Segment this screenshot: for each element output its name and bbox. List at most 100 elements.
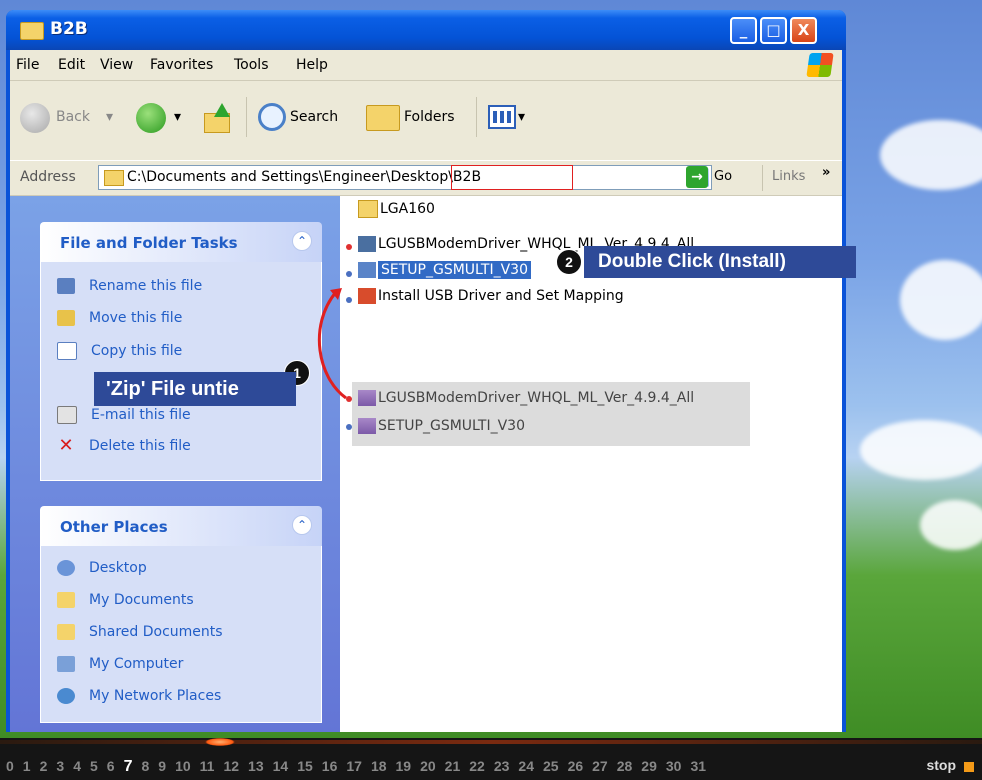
my-documents-icon [57, 592, 75, 608]
timeline-step-3[interactable]: 3 [56, 758, 64, 774]
search-icon[interactable] [258, 103, 286, 131]
address-path: C:\Documents and Settings\Engineer\Deskt… [127, 169, 482, 185]
zip-file-item[interactable]: LGUSBModemDriver_WHQL_ML_Ver_4.9.4_All [358, 390, 694, 406]
title-bar[interactable]: B2B _ □ X [6, 10, 846, 50]
other-places-header[interactable]: Other Places ⌃ [40, 506, 322, 546]
back-arrow-icon[interactable] [20, 103, 50, 133]
address-input[interactable]: C:\Documents and Settings\Engineer\Deskt… [98, 165, 712, 190]
close-button[interactable]: X [790, 17, 817, 44]
timeline-step-30[interactable]: 30 [666, 758, 682, 774]
timeline-step-13[interactable]: 13 [248, 758, 264, 774]
timeline-step-25[interactable]: 25 [543, 758, 559, 774]
menu-edit[interactable]: Edit [58, 57, 85, 73]
menu-file[interactable]: File [16, 57, 39, 73]
chevron-right-icon[interactable]: » [822, 165, 830, 180]
timeline-step-27[interactable]: 27 [592, 758, 608, 774]
collapse-chevron-icon[interactable]: ⌃ [292, 231, 312, 251]
timeline-step-16[interactable]: 16 [322, 758, 338, 774]
place-desktop[interactable]: Desktop [57, 560, 147, 576]
views-dropdown-icon[interactable]: ▾ [518, 109, 525, 125]
back-button-label[interactable]: Back [56, 109, 90, 125]
timeline-track [0, 740, 982, 744]
panel-title: Other Places [60, 518, 168, 536]
maximize-button[interactable]: □ [760, 17, 787, 44]
timeline-step-28[interactable]: 28 [617, 758, 633, 774]
timeline-step-4[interactable]: 4 [73, 758, 81, 774]
timeline-step-15[interactable]: 15 [297, 758, 313, 774]
menu-help[interactable]: Help [296, 57, 328, 73]
collapse-chevron-icon[interactable]: ⌃ [292, 515, 312, 535]
menu-view[interactable]: View [100, 57, 133, 73]
timeline-step-0[interactable]: 0 [6, 758, 14, 774]
window-title: B2B [50, 19, 88, 39]
task-move[interactable]: Move this file [57, 310, 182, 326]
timeline-step-24[interactable]: 24 [518, 758, 534, 774]
timeline-step-23[interactable]: 23 [494, 758, 510, 774]
timeline-step-6[interactable]: 6 [107, 758, 115, 774]
go-arrow-icon[interactable]: → [686, 166, 708, 188]
other-places-body: Desktop My Documents Shared Documents My… [40, 546, 322, 723]
views-icon[interactable] [488, 105, 516, 129]
timeline-step-8[interactable]: 8 [141, 758, 149, 774]
task-email[interactable]: E-mail this file [57, 406, 191, 424]
timeline-step-26[interactable]: 26 [568, 758, 584, 774]
timeline-step-17[interactable]: 17 [346, 758, 362, 774]
setup-icon [358, 262, 376, 278]
rename-icon [57, 278, 75, 294]
timeline-step-12[interactable]: 12 [223, 758, 239, 774]
timeline-step-18[interactable]: 18 [371, 758, 387, 774]
task-rename[interactable]: Rename this file [57, 278, 202, 294]
timeline-step-10[interactable]: 10 [175, 758, 191, 774]
timeline-step-22[interactable]: 22 [469, 758, 485, 774]
forward-dropdown-icon[interactable]: ▾ [174, 109, 181, 125]
task-delete[interactable]: ✕ Delete this file [57, 437, 190, 455]
stop-button-label[interactable]: stop [926, 757, 956, 773]
file-item[interactable]: LGA160 [358, 200, 435, 218]
explorer-window: B2B _ □ X File Edit View Favorites Tools… [6, 10, 856, 732]
address-bar: Address C:\Documents and Settings\Engine… [10, 160, 842, 196]
timeline-step-1[interactable]: 1 [23, 758, 31, 774]
place-my-documents[interactable]: My Documents [57, 592, 194, 608]
file-tasks-panel: File and Folder Tasks ⌃ Rename this file… [40, 222, 322, 481]
search-button-label[interactable]: Search [290, 109, 338, 125]
back-dropdown-icon[interactable]: ▾ [106, 109, 113, 125]
folders-icon[interactable] [366, 105, 400, 131]
timeline-step-11[interactable]: 11 [200, 758, 215, 774]
up-folder-icon[interactable] [200, 103, 232, 133]
timeline-step-29[interactable]: 29 [641, 758, 657, 774]
links-label[interactable]: Links [772, 169, 805, 184]
file-item-selected[interactable]: SETUP_GSMULTI_V30 [358, 261, 531, 279]
timeline-step-9[interactable]: 9 [158, 758, 166, 774]
folders-button-label[interactable]: Folders [404, 109, 455, 125]
place-my-network-places[interactable]: My Network Places [57, 688, 221, 704]
batch-file-icon [358, 288, 376, 304]
timeline-step-2[interactable]: 2 [40, 758, 48, 774]
file-tasks-header[interactable]: File and Folder Tasks ⌃ [40, 222, 322, 262]
panel-title: File and Folder Tasks [60, 234, 238, 252]
timeline-step-5[interactable]: 5 [90, 758, 98, 774]
file-item[interactable]: Install USB Driver and Set Mapping [358, 288, 624, 304]
stop-square-icon[interactable] [964, 762, 974, 772]
forward-arrow-icon[interactable] [136, 103, 166, 133]
minimize-button[interactable]: _ [730, 17, 757, 44]
menu-bar: File Edit View Favorites Tools Help [10, 50, 842, 81]
timeline-step-21[interactable]: 21 [445, 758, 461, 774]
go-button-label[interactable]: Go [714, 169, 732, 184]
other-places-panel: Other Places ⌃ Desktop My Documents Shar… [40, 506, 322, 723]
path-highlight [451, 165, 573, 190]
timeline-step-20[interactable]: 20 [420, 758, 436, 774]
timeline-step-31[interactable]: 31 [690, 758, 706, 774]
task-copy[interactable]: Copy this file [57, 342, 182, 360]
timeline-step-19[interactable]: 19 [396, 758, 412, 774]
place-shared-documents[interactable]: Shared Documents [57, 624, 223, 640]
step-2-badge: 2 [556, 249, 582, 275]
zip-file-item[interactable]: SETUP_GSMULTI_V30 [358, 418, 525, 434]
place-my-computer[interactable]: My Computer [57, 656, 183, 672]
menu-tools[interactable]: Tools [234, 57, 269, 73]
timeline-step-14[interactable]: 14 [273, 758, 289, 774]
menu-favorites[interactable]: Favorites [150, 57, 213, 73]
folder-icon [104, 170, 124, 186]
timeline-step-7[interactable]: 7 [124, 758, 133, 776]
timeline-marker [205, 738, 235, 746]
windows-logo-icon [806, 53, 834, 77]
